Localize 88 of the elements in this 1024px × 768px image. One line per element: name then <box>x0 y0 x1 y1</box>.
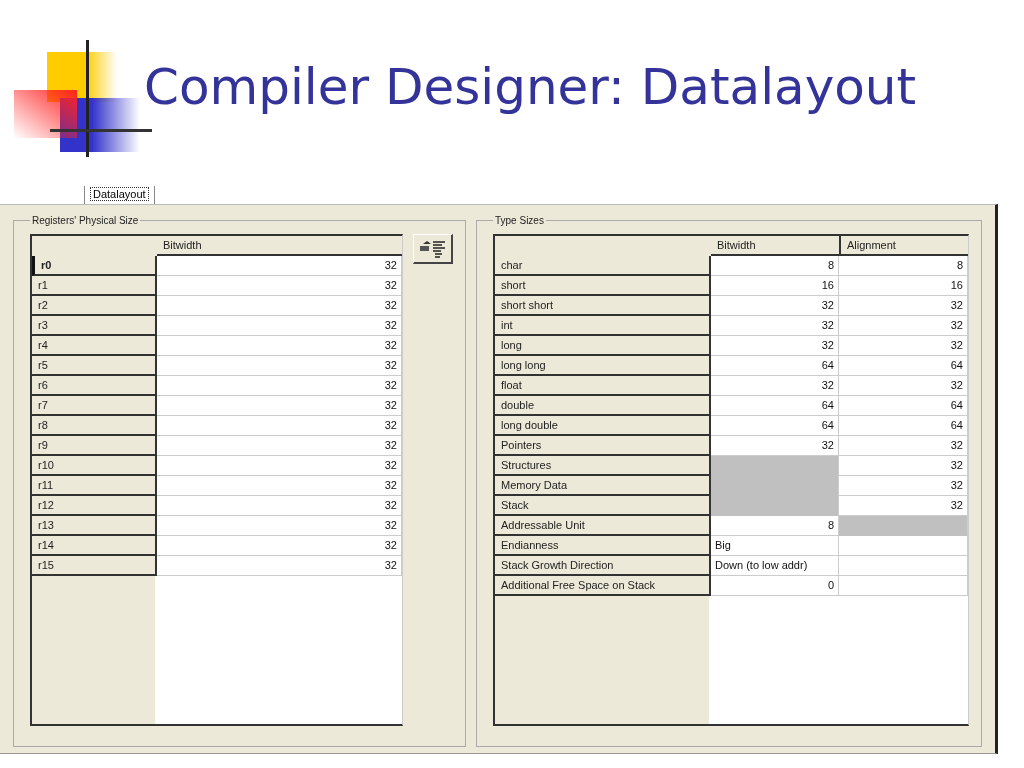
row-header[interactable]: Structures <box>495 456 711 476</box>
table-cell[interactable]: 32 <box>711 296 839 316</box>
datalayout-tab[interactable]: Datalayout <box>84 186 155 204</box>
table-cell[interactable]: 64 <box>839 396 968 416</box>
table-cell[interactable]: 32 <box>711 436 839 456</box>
table-cell[interactable]: 64 <box>711 396 839 416</box>
table-cell[interactable]: 16 <box>711 276 839 296</box>
row-header[interactable]: Additional Free Space on Stack <box>495 576 711 596</box>
row-header[interactable]: long double <box>495 416 711 436</box>
row-header[interactable]: r4 <box>32 336 157 356</box>
row-header[interactable]: r6 <box>32 376 157 396</box>
row-header[interactable]: r9 <box>32 436 157 456</box>
row-header[interactable]: r15 <box>32 556 157 576</box>
table-cell[interactable]: 8 <box>711 516 839 536</box>
table-cell[interactable]: 8 <box>711 256 839 276</box>
table-cell[interactable]: 32 <box>157 536 402 556</box>
table-cell[interactable]: 32 <box>839 496 968 516</box>
table-cell[interactable]: 32 <box>711 376 839 396</box>
row-header[interactable]: r5 <box>32 356 157 376</box>
table-cell[interactable]: 64 <box>839 356 968 376</box>
column-header[interactable]: Alignment <box>839 236 968 256</box>
row-header[interactable]: short <box>495 276 711 296</box>
table-cell[interactable]: 32 <box>711 336 839 356</box>
table-cell[interactable]: 32 <box>157 256 402 276</box>
table-cell[interactable]: 0 <box>711 576 839 596</box>
row-header[interactable]: r13 <box>32 516 157 536</box>
row-header[interactable]: Pointers <box>495 436 711 456</box>
table-cell[interactable]: Down (to low addr) <box>711 556 839 576</box>
table-cell[interactable]: 32 <box>157 476 402 496</box>
table-cell[interactable]: 32 <box>157 356 402 376</box>
table-cell[interactable]: 32 <box>711 316 839 336</box>
row-header[interactable]: r10 <box>32 456 157 476</box>
table-cell[interactable]: Big <box>711 536 839 556</box>
row-header[interactable]: r7 <box>32 396 157 416</box>
row-header[interactable]: double <box>495 396 711 416</box>
table-cell[interactable]: 32 <box>839 296 968 316</box>
table-cell[interactable]: 64 <box>711 416 839 436</box>
table-cell[interactable]: 32 <box>839 316 968 336</box>
row-header[interactable]: short short <box>495 296 711 316</box>
row-header[interactable]: int <box>495 316 711 336</box>
group-legend: Registers' Physical Size <box>30 215 141 226</box>
table-cell[interactable]: 32 <box>157 316 402 336</box>
slide-title: Compiler Designer: Datalayout <box>144 58 917 116</box>
table-cell[interactable]: 32 <box>157 416 402 436</box>
row-header[interactable]: Stack <box>495 496 711 516</box>
align-icon <box>418 239 447 258</box>
table-cell[interactable]: 32 <box>157 456 402 476</box>
row-header[interactable]: r2 <box>32 296 157 316</box>
row-header[interactable]: long <box>495 336 711 356</box>
align-toolbar-button[interactable] <box>413 234 453 264</box>
table-cell[interactable] <box>839 536 968 556</box>
row-header[interactable]: r8 <box>32 416 157 436</box>
row-header[interactable]: r3 <box>32 316 157 336</box>
table-cell[interactable]: 16 <box>839 276 968 296</box>
table-cell[interactable]: 32 <box>157 556 402 576</box>
row-header[interactable]: Addressable Unit <box>495 516 711 536</box>
table-cell[interactable] <box>839 556 968 576</box>
table-cell[interactable]: 8 <box>839 256 968 276</box>
table-cell[interactable]: 32 <box>839 436 968 456</box>
row-header[interactable]: r14 <box>32 536 157 556</box>
table-cell[interactable]: 64 <box>839 416 968 436</box>
row-header[interactable]: Endianness <box>495 536 711 556</box>
row-header[interactable]: long long <box>495 356 711 376</box>
column-header[interactable]: Bitwidth <box>711 236 839 256</box>
group-legend: Type Sizes <box>493 215 546 226</box>
table-cell[interactable] <box>839 576 968 596</box>
table-cell[interactable]: 32 <box>839 336 968 356</box>
table-cell[interactable]: 32 <box>157 496 402 516</box>
table-cell[interactable]: 32 <box>157 516 402 536</box>
table-cell[interactable]: 32 <box>157 296 402 316</box>
table-cell[interactable]: 32 <box>839 476 968 496</box>
table-cell[interactable]: 32 <box>157 376 402 396</box>
table-cell[interactable]: 32 <box>839 456 968 476</box>
row-header[interactable]: char <box>495 256 711 276</box>
table-cell[interactable]: 64 <box>711 356 839 376</box>
row-header[interactable]: r1 <box>32 276 157 296</box>
row-header[interactable]: r12 <box>32 496 157 516</box>
row-header[interactable]: r0 <box>32 256 157 276</box>
table-cell[interactable]: 32 <box>157 396 402 416</box>
table-cell[interactable]: 32 <box>157 436 402 456</box>
row-header[interactable]: Memory Data <box>495 476 711 496</box>
row-header[interactable]: float <box>495 376 711 396</box>
table-cell[interactable]: 32 <box>839 376 968 396</box>
column-header[interactable]: Bitwidth <box>157 236 402 256</box>
row-header[interactable]: r11 <box>32 476 157 496</box>
table-cell[interactable]: 32 <box>157 276 402 296</box>
row-header[interactable]: Stack Growth Direction <box>495 556 711 576</box>
table-cell[interactable]: 32 <box>157 336 402 356</box>
